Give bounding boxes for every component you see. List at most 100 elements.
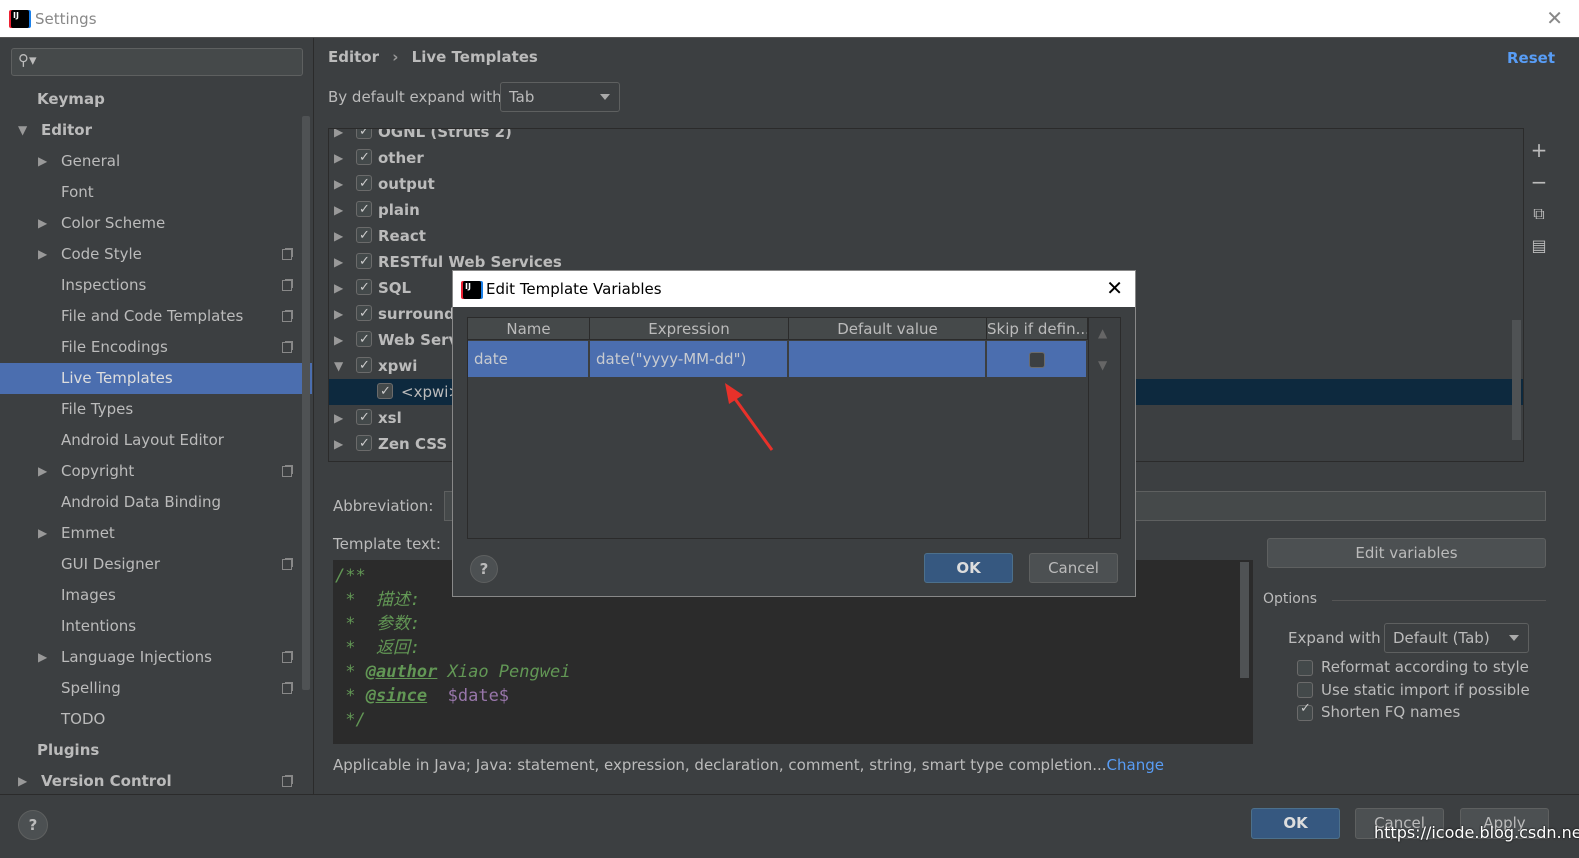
remove-icon[interactable]: − bbox=[1530, 166, 1548, 198]
tree-item[interactable]: ▶ OGNL (Struts 2) bbox=[329, 129, 1523, 145]
group-icon[interactable]: ▤ bbox=[1530, 230, 1548, 262]
dialog-cancel-button[interactable]: Cancel bbox=[1029, 553, 1118, 583]
sidebar-item-copyright[interactable]: ▶ Copyright bbox=[0, 456, 312, 487]
sidebar-item-todo[interactable]: TODO bbox=[0, 704, 312, 735]
tree-item-checkbox[interactable] bbox=[356, 301, 372, 327]
triangle-right-icon[interactable]: ▶ bbox=[38, 208, 47, 239]
close-icon[interactable]: ✕ bbox=[1546, 6, 1563, 30]
editor-scrollbar[interactable] bbox=[1240, 562, 1249, 678]
copy-icon[interactable]: ⧉ bbox=[1530, 198, 1548, 230]
sidebar-item-language-injections[interactable]: ▶ Language Injections bbox=[0, 642, 312, 673]
tree-item[interactable]: ▶ plain bbox=[329, 197, 1523, 223]
sidebar-item-images[interactable]: Images bbox=[0, 580, 312, 611]
tree-item-checkbox[interactable] bbox=[356, 327, 372, 353]
triangle-down-icon[interactable]: ▼ bbox=[18, 115, 27, 146]
sidebar-item-font[interactable]: Font bbox=[0, 177, 312, 208]
search-input[interactable]: ⚲▾ bbox=[11, 48, 303, 76]
tree-item[interactable]: ▶ React bbox=[329, 223, 1523, 249]
tree-item-checkbox[interactable] bbox=[356, 145, 372, 171]
triangle-right-icon[interactable]: ▶ bbox=[334, 223, 343, 249]
tree-item-checkbox[interactable] bbox=[356, 171, 372, 197]
column-header-expression[interactable]: Expression bbox=[590, 318, 789, 340]
sidebar-item-version-control[interactable]: ▶ Version Control bbox=[0, 766, 312, 797]
sidebar-item-general[interactable]: ▶ General bbox=[0, 146, 312, 177]
reset-link[interactable]: Reset bbox=[1507, 49, 1555, 67]
sidebar-item-emmet[interactable]: ▶ Emmet bbox=[0, 518, 312, 549]
cell-default-value[interactable] bbox=[789, 341, 987, 377]
sidebar-item-spelling[interactable]: Spelling bbox=[0, 673, 312, 704]
triangle-right-icon[interactable]: ▶ bbox=[334, 171, 343, 197]
tree-scrollbar[interactable] bbox=[1512, 320, 1521, 440]
help-icon[interactable]: ? bbox=[18, 810, 48, 840]
sidebar-item-file-encodings[interactable]: File Encodings bbox=[0, 332, 312, 363]
tree-item-checkbox[interactable] bbox=[356, 275, 372, 301]
close-icon[interactable]: ✕ bbox=[1106, 276, 1123, 300]
column-header-name[interactable]: Name bbox=[468, 318, 590, 340]
triangle-right-icon[interactable]: ▶ bbox=[38, 456, 47, 487]
option-checkbox[interactable] bbox=[1297, 659, 1313, 676]
triangle-right-icon[interactable]: ▶ bbox=[334, 197, 343, 223]
cell-expression[interactable]: date("yyyy-MM-dd") bbox=[590, 341, 789, 377]
column-header-skip[interactable]: Skip if defin... bbox=[987, 318, 1088, 340]
triangle-right-icon[interactable]: ▶ bbox=[18, 766, 27, 797]
triangle-down-icon[interactable]: ▼ bbox=[334, 353, 343, 379]
tree-item[interactable]: ▶ other bbox=[329, 145, 1523, 171]
sidebar-item-intentions[interactable]: Intentions bbox=[0, 611, 312, 642]
sidebar-list: Keymap ▼ Editor ▶ General Font ▶ Color Scheme ▶ C… bbox=[0, 84, 312, 794]
cell-skip[interactable] bbox=[987, 341, 1088, 377]
option-checkbox[interactable] bbox=[1297, 682, 1313, 698]
sidebar-item-gui-designer[interactable]: GUI Designer bbox=[0, 549, 312, 580]
sidebar-item-keymap[interactable]: Keymap bbox=[0, 84, 312, 115]
triangle-right-icon[interactable]: ▶ bbox=[38, 146, 47, 177]
sidebar-item-editor[interactable]: ▼ Editor bbox=[0, 115, 312, 146]
triangle-right-icon[interactable]: ▶ bbox=[334, 145, 343, 171]
triangle-right-icon[interactable]: ▶ bbox=[334, 327, 343, 353]
triangle-right-icon[interactable]: ▶ bbox=[334, 405, 343, 431]
triangle-right-icon[interactable]: ▶ bbox=[38, 642, 47, 673]
sidebar-item-android-layout-editor[interactable]: Android Layout Editor bbox=[0, 425, 312, 456]
triangle-right-icon[interactable]: ▶ bbox=[334, 301, 343, 327]
tree-item-checkbox[interactable] bbox=[356, 249, 372, 275]
expand-select[interactable]: Tab bbox=[500, 82, 620, 112]
expand-with-select[interactable]: Default (Tab) bbox=[1384, 623, 1529, 653]
sidebar-item-plugins[interactable]: Plugins bbox=[0, 735, 312, 766]
option-1[interactable]: Use static import if possible bbox=[1297, 681, 1530, 699]
add-icon[interactable]: + bbox=[1530, 134, 1548, 166]
tree-item-checkbox[interactable] bbox=[356, 353, 372, 379]
triangle-right-icon[interactable]: ▶ bbox=[334, 129, 343, 145]
triangle-right-icon[interactable]: ▶ bbox=[334, 431, 343, 457]
tree-item-checkbox[interactable] bbox=[356, 405, 372, 431]
sidebar-item-color-scheme[interactable]: ▶ Color Scheme bbox=[0, 208, 312, 239]
option-0[interactable]: Reformat according to style bbox=[1297, 658, 1529, 676]
skip-checkbox[interactable] bbox=[1028, 351, 1045, 368]
sidebar-item-file-and-code-templates[interactable]: File and Code Templates bbox=[0, 301, 312, 332]
help-icon[interactable]: ? bbox=[470, 555, 498, 583]
sidebar-scrollbar[interactable] bbox=[302, 116, 310, 690]
sidebar-item-inspections[interactable]: Inspections bbox=[0, 270, 312, 301]
tree-item[interactable]: ▶ output bbox=[329, 171, 1523, 197]
change-link[interactable]: Change bbox=[1107, 756, 1164, 774]
triangle-right-icon[interactable]: ▶ bbox=[334, 249, 343, 275]
sidebar-item-live-templates[interactable]: Live Templates bbox=[0, 363, 312, 394]
move-up-icon[interactable]: ▲ bbox=[1098, 326, 1107, 340]
triangle-right-icon[interactable]: ▶ bbox=[38, 239, 47, 270]
triangle-right-icon[interactable]: ▶ bbox=[38, 518, 47, 549]
option-checkbox[interactable] bbox=[1297, 701, 1313, 721]
sidebar-item-code-style[interactable]: ▶ Code Style bbox=[0, 239, 312, 270]
sidebar-item-android-data-binding[interactable]: Android Data Binding bbox=[0, 487, 312, 518]
tree-item-checkbox[interactable] bbox=[377, 379, 393, 405]
sidebar-item-file-types[interactable]: File Types bbox=[0, 394, 312, 425]
ok-button[interactable]: OK bbox=[1251, 808, 1340, 839]
cell-name[interactable]: date bbox=[468, 341, 590, 377]
edit-variables-button[interactable]: Edit variables bbox=[1267, 538, 1546, 568]
tree-item-checkbox[interactable] bbox=[356, 129, 372, 145]
option-2[interactable]: Shorten FQ names bbox=[1297, 701, 1460, 721]
breadcrumb-editor[interactable]: Editor bbox=[328, 48, 379, 66]
move-down-icon[interactable]: ▼ bbox=[1098, 358, 1107, 372]
tree-item-checkbox[interactable] bbox=[356, 431, 372, 457]
dialog-ok-button[interactable]: OK bbox=[924, 553, 1013, 583]
column-header-default-value[interactable]: Default value bbox=[789, 318, 987, 340]
triangle-right-icon[interactable]: ▶ bbox=[334, 275, 343, 301]
tree-item-checkbox[interactable] bbox=[356, 223, 372, 249]
tree-item-checkbox[interactable] bbox=[356, 197, 372, 223]
